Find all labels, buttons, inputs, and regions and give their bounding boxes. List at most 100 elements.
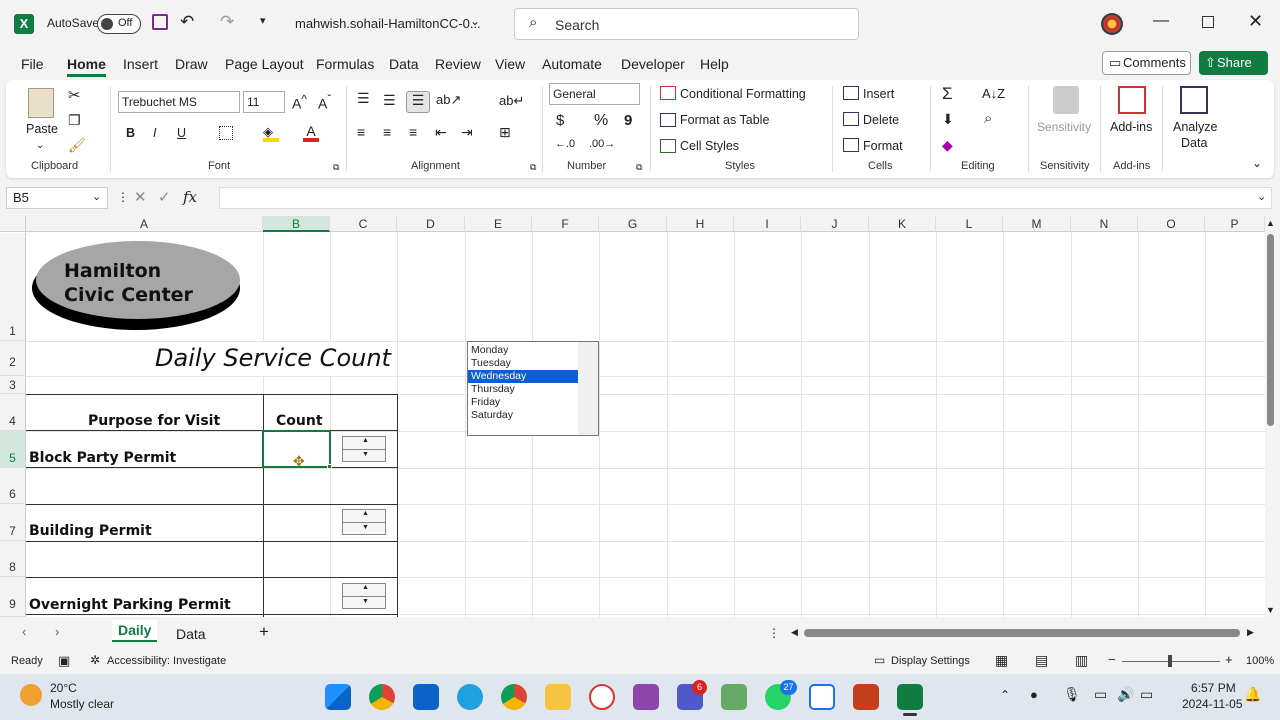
name-box-chevron-icon[interactable]: ⌄ (92, 190, 101, 203)
avatar[interactable] (1101, 13, 1123, 35)
edge-icon[interactable] (457, 684, 483, 710)
outlook-icon[interactable] (413, 684, 439, 710)
prev-sheet-icon[interactable]: ‹ (22, 624, 26, 639)
weather-desc[interactable]: Mostly clear (50, 697, 114, 711)
row-header-1[interactable]: 1 (0, 233, 26, 341)
sensitivity-button[interactable]: Sensitivity (1037, 120, 1091, 134)
analyze-data-button[interactable]: Analyze (1173, 120, 1217, 134)
day-listbox[interactable]: Monday Tuesday Wednesday Thursday Friday… (467, 341, 599, 436)
analyze-data-button-line2[interactable]: Data (1181, 136, 1207, 150)
tray-app-icon[interactable]: ● (1030, 687, 1038, 702)
redo-icon[interactable]: ↷ (220, 12, 234, 32)
ribbon-collapse-icon[interactable]: ⌄ (1252, 156, 1262, 170)
file-name[interactable]: mahwish.sohail-HamiltonCC-0... (295, 16, 481, 31)
paste-button[interactable]: Paste (26, 122, 58, 136)
column-header-b[interactable]: B (263, 216, 330, 232)
expand-formula-icon[interactable]: ⌄ (1257, 190, 1266, 203)
row-header-5[interactable]: 5 (0, 431, 26, 468)
accessibility-status[interactable]: Accessibility: Investigate (107, 655, 226, 667)
align-right-icon[interactable]: ≡ (409, 124, 417, 140)
column-header-a[interactable]: A (26, 216, 263, 232)
customize-qat-icon[interactable]: ▾ (260, 14, 266, 27)
row-header-8[interactable]: 8 (0, 541, 26, 577)
scroll-down-icon[interactable]: ▼ (1266, 605, 1275, 615)
paste-chevron-icon[interactable]: ⌄ (36, 140, 44, 151)
tab-draw[interactable]: Draw (175, 56, 208, 72)
font-size-select[interactable]: 11 (243, 91, 285, 113)
listbox-item-monday[interactable]: Monday (468, 344, 578, 357)
insert-cells-button[interactable]: Insert (863, 87, 894, 101)
font-color-icon[interactable]: A (303, 123, 319, 142)
listbox-item-tuesday[interactable]: Tuesday (468, 357, 578, 370)
cell-styles-button[interactable]: Cell Styles (680, 139, 739, 153)
format-cells-button[interactable]: Format (863, 139, 903, 153)
conditional-formatting-button[interactable]: Conditional Formatting (680, 87, 806, 101)
align-left-icon[interactable]: ≡ (357, 124, 365, 140)
font-dialog-launcher-icon[interactable]: ⧉ (333, 162, 339, 173)
column-header-p[interactable]: P (1205, 216, 1265, 232)
currency-button[interactable]: $ (556, 112, 564, 129)
notification-bell-icon[interactable]: 🔔 (1244, 686, 1261, 703)
cancel-icon[interactable]: ✕ (134, 188, 147, 206)
scroll-left-icon[interactable]: ◀ (791, 627, 798, 638)
row-header-3[interactable]: 3 (0, 376, 26, 394)
tab-split-icon[interactable]: ⋮ (768, 626, 780, 640)
column-header-j[interactable]: J (801, 216, 869, 232)
decrease-decimal-icon[interactable]: .00→ (589, 138, 615, 150)
cut-icon[interactable]: ✂ (68, 86, 81, 104)
clock-date[interactable]: 2024-11-05 (1182, 697, 1243, 711)
filename-chevron-icon[interactable]: ⌄ (470, 14, 480, 28)
page-break-view-icon[interactable]: ▥ (1075, 652, 1088, 669)
row-header-4[interactable]: 4 (0, 394, 26, 431)
zoom-in-icon[interactable]: + (1225, 652, 1233, 667)
microphone-icon[interactable]: 🎙 (1063, 686, 1081, 703)
autosum-icon[interactable]: Σ (942, 84, 953, 104)
merge-center-icon[interactable]: ⊞ (499, 124, 511, 141)
tab-page-layout[interactable]: Page Layout (225, 56, 304, 72)
normal-view-icon[interactable]: ▦ (995, 652, 1008, 669)
borders-icon[interactable] (219, 126, 233, 140)
app-icon-3[interactable] (809, 684, 835, 710)
zoom-out-icon[interactable]: − (1108, 652, 1116, 667)
zoom-level[interactable]: 100% (1246, 655, 1274, 667)
enter-icon[interactable]: ✓ (158, 188, 171, 206)
macro-record-icon[interactable]: ▣ (58, 653, 70, 669)
listbox-item-thursday[interactable]: Thursday (468, 383, 578, 396)
count-spinner-2[interactable]: ▲ ▼ (342, 509, 386, 535)
column-header-h[interactable]: H (667, 216, 734, 232)
column-header-f[interactable]: F (532, 216, 599, 232)
insert-function-icon[interactable]: fx (183, 188, 197, 206)
battery-icon[interactable]: ▭ (1140, 686, 1153, 703)
clear-icon[interactable]: ◆ (942, 137, 953, 154)
autosave-toggle[interactable]: Off (97, 14, 141, 34)
number-format-select[interactable]: General (549, 83, 640, 105)
increase-font-icon[interactable]: A^ (292, 93, 307, 112)
app-icon-2[interactable] (721, 684, 747, 710)
column-header-o[interactable]: O (1138, 216, 1205, 232)
restore-icon[interactable] (1202, 16, 1214, 28)
format-painter-icon[interactable]: 🖌 (68, 137, 86, 154)
comma-button[interactable]: 9 (624, 112, 632, 129)
percent-button[interactable]: % (594, 112, 608, 130)
column-header-m[interactable]: M (1003, 216, 1071, 232)
listbox-item-wednesday[interactable]: Wednesday (468, 370, 578, 383)
row-header-2[interactable]: 2 (0, 341, 26, 376)
accessibility-icon[interactable]: ✲ (90, 653, 100, 667)
increase-decimal-icon[interactable]: ←.0 (555, 138, 575, 150)
tab-developer[interactable]: Developer (621, 56, 685, 72)
paste-icon[interactable] (28, 88, 54, 118)
formula-input[interactable] (219, 187, 1272, 209)
align-top-icon[interactable]: ☰ (357, 90, 370, 107)
column-header-l[interactable]: L (936, 216, 1003, 232)
file-explorer-icon[interactable] (545, 684, 571, 710)
align-center-icon[interactable]: ≡ (383, 124, 391, 140)
delete-cells-button[interactable]: Delete (863, 113, 899, 127)
fill-color-icon[interactable]: ◈ (263, 124, 279, 142)
share-button[interactable]: ⇧ Share (1199, 51, 1268, 75)
align-bottom-icon[interactable]: ☰ (406, 91, 430, 113)
weather-temp[interactable]: 20°C (50, 681, 77, 695)
listbox-scrollbar[interactable] (578, 342, 598, 435)
wrap-text-icon[interactable]: ab↵ (499, 93, 524, 109)
snipping-tool-icon[interactable] (633, 684, 659, 710)
page-layout-view-icon[interactable]: ▤ (1035, 652, 1048, 669)
